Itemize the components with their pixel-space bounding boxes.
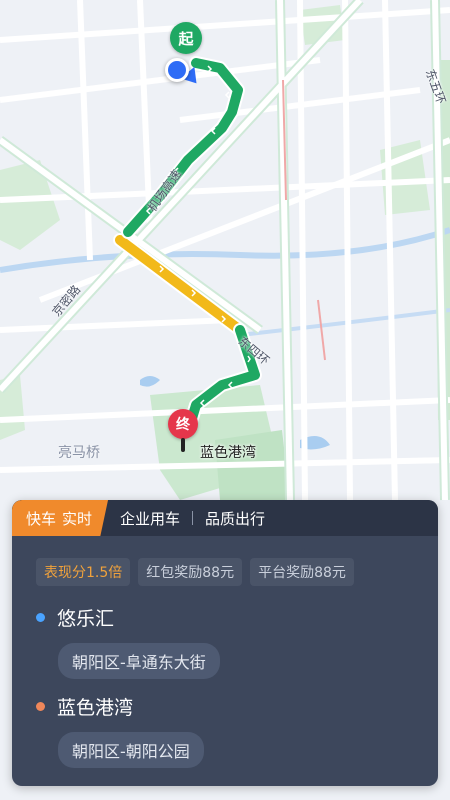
tab-enterprise[interactable]: 企业用车 — [108, 500, 192, 536]
pickup-dot-icon — [36, 613, 45, 622]
tab-quality[interactable]: 品质出行 — [193, 500, 277, 536]
start-marker[interactable]: 起 — [170, 22, 202, 54]
service-tabs: 快车 实时 企业用车 品质出行 — [12, 500, 438, 536]
trip-stops: 悠乐汇 朝阳区-阜通东大街 蓝色港湾 朝阳区-朝阳公园 — [12, 586, 438, 768]
tab-enterprise-label: 企业用车 — [120, 509, 181, 528]
tab-express-label: 快车 — [26, 509, 57, 528]
pickup-stop[interactable]: 悠乐汇 朝阳区-阜通东大街 — [36, 604, 438, 679]
pickup-name: 悠乐汇 — [57, 608, 115, 630]
place-label-liangmaqiao: 亮马桥 — [58, 445, 100, 461]
dropoff-address: 朝阳区-朝阳公园 — [58, 732, 204, 768]
tag-platform-reward: 平台奖励88元 — [250, 558, 354, 586]
end-marker[interactable]: 终 — [168, 409, 198, 439]
tag-score-multiplier: 表现分1.5倍 — [36, 558, 131, 586]
order-panel: 快车 实时 企业用车 品质出行 表现分1.5倍 红包奖励88元 平台奖励88元 … — [12, 500, 438, 786]
pickup-address: 朝阳区-阜通东大街 — [58, 643, 220, 679]
dropoff-stop[interactable]: 蓝色港湾 朝阳区-朝阳公园 — [36, 693, 438, 768]
tag-redpacket-reward: 红包奖励88元 — [138, 558, 243, 586]
destination-label: 蓝色港湾 — [200, 445, 256, 461]
dropoff-name: 蓝色港湾 — [57, 697, 134, 719]
dropoff-dot-icon — [36, 702, 45, 711]
tab-express-suffix: 实时 — [62, 509, 93, 528]
tab-express[interactable]: 快车 实时 — [12, 500, 109, 536]
current-location-icon — [165, 58, 189, 82]
end-marker-stem — [181, 438, 185, 452]
reward-tags: 表现分1.5倍 红包奖励88元 平台奖励88元 — [12, 536, 438, 586]
tab-quality-label: 品质出行 — [205, 509, 266, 528]
